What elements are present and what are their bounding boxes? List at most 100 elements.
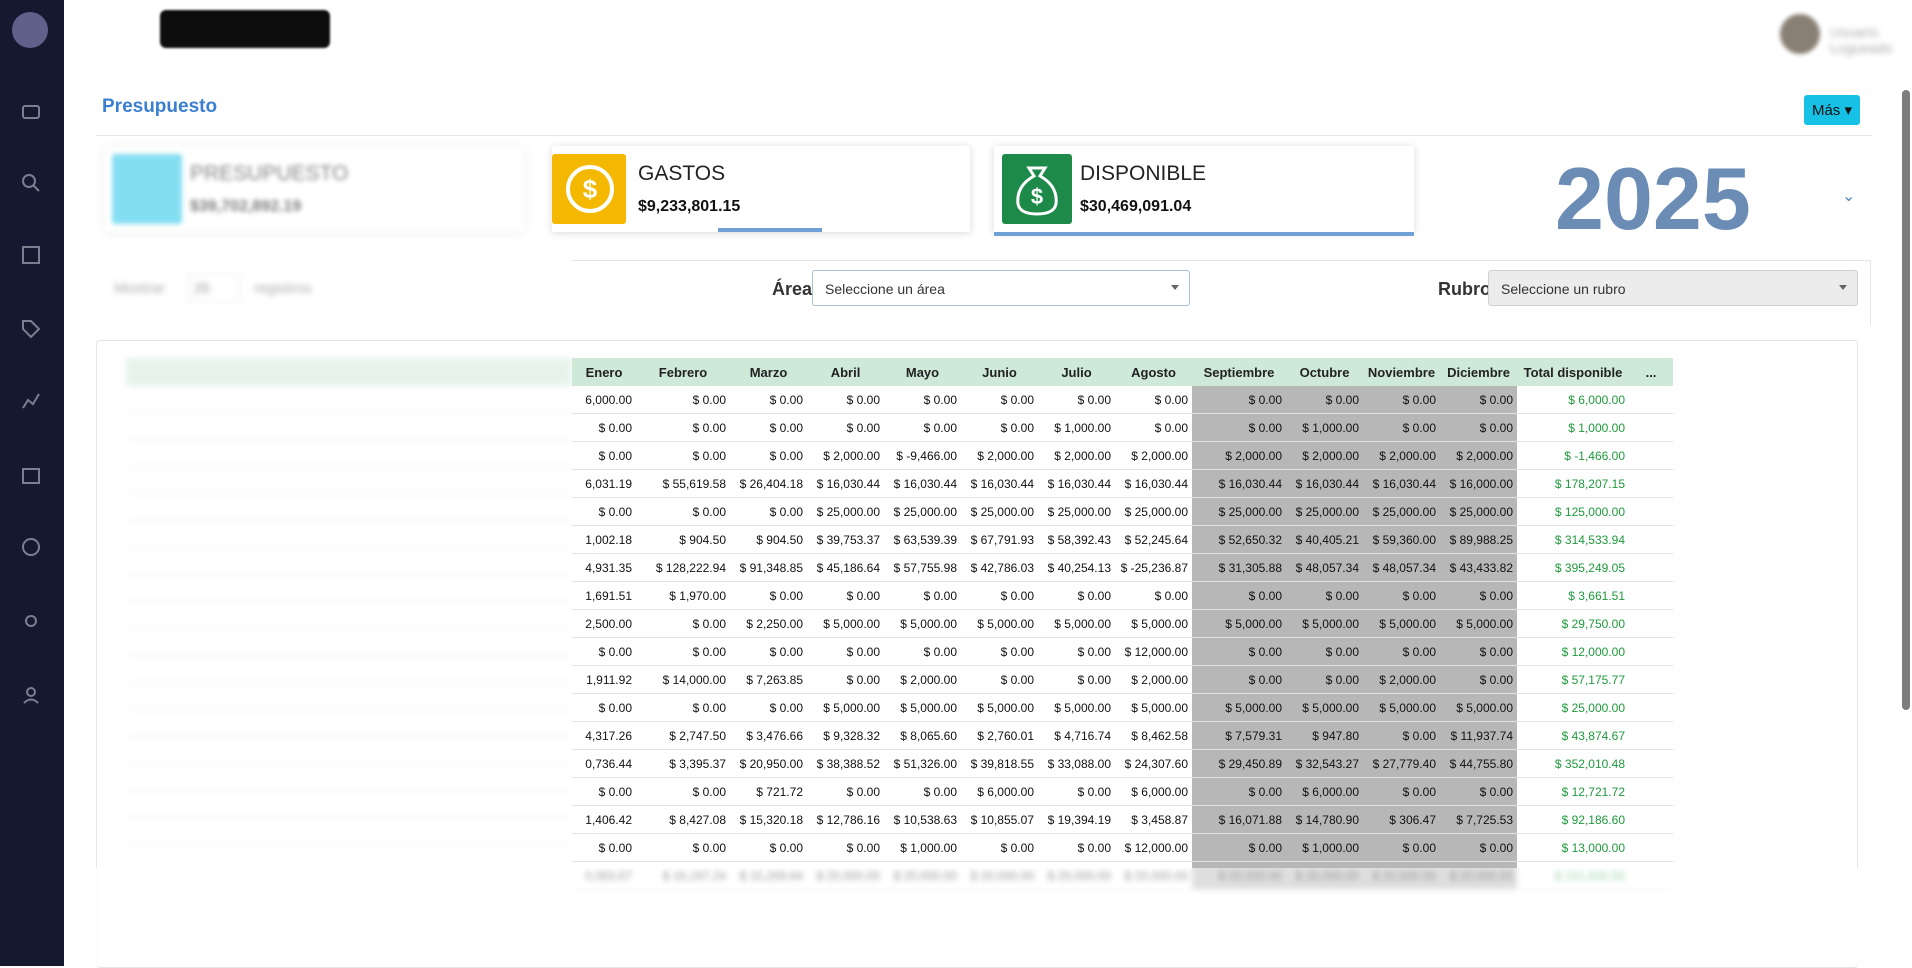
table-cell: $ 1,000.00 [884, 833, 961, 862]
table-cell: $ 58,392.43 [1038, 525, 1115, 554]
search-nav-icon[interactable] [20, 172, 42, 194]
area-select[interactable]: Seleccione un área [812, 270, 1190, 306]
caret-down-icon [1171, 285, 1179, 290]
table-cell-empty [1629, 553, 1673, 582]
table-cell: $ 0.00 [1440, 833, 1517, 862]
table-cell: $ 2,000.00 [1440, 441, 1517, 470]
column-header[interactable]: Abril [807, 358, 884, 386]
chart-nav-icon[interactable] [20, 390, 42, 412]
column-header[interactable]: Diciembre [1440, 358, 1517, 386]
table-cell: $ 14,000.00 [636, 665, 730, 694]
table-cell: $ 6,000.00 [1517, 386, 1629, 414]
table-cell: $ 4,716.74 [1038, 721, 1115, 750]
table-cell: 6,000.00 [572, 386, 636, 414]
table-cell: $ 39,818.55 [961, 749, 1038, 778]
table-cell: $ 43,874.67 [1517, 721, 1629, 750]
table-cell: $ 32,543.27 [1286, 749, 1363, 778]
table-cell: $ 0.00 [1363, 413, 1440, 442]
table-cell-empty [1629, 525, 1673, 554]
scrollbar[interactable] [1902, 90, 1910, 710]
settings-nav-icon[interactable] [20, 610, 42, 632]
calendar-nav-icon[interactable] [20, 464, 42, 486]
table-cell: $ 0.00 [961, 665, 1038, 694]
card-gastos: $ GASTOS $9,233,801.15 [552, 146, 970, 232]
table-cell: $ 13,000.00 [1517, 833, 1629, 862]
column-header[interactable]: Julio [1038, 358, 1115, 386]
table-cell: $ 0.00 [1363, 386, 1440, 414]
table-row: 1,002.18 $ 904.50 $ 904.50 $ 39,753.37 $ 63,… [572, 525, 1673, 554]
table-cell: $ 5,000.00 [1115, 609, 1192, 638]
app-logo[interactable] [12, 12, 48, 48]
table-body: 6,000.00 $ 0.00 $ 0.00 $ 0.00 $ 0.00 $ 0.00 $ … [572, 386, 1673, 890]
year-display[interactable]: 2025 [1555, 148, 1751, 250]
table-cell: $ 0.00 [961, 386, 1038, 414]
table-cell: $ 2,000.00 [884, 665, 961, 694]
table-cell: $ 1,000.00 [1286, 413, 1363, 442]
column-header[interactable]: Enero [572, 358, 636, 386]
table-cell: $ 2,000.00 [1038, 441, 1115, 470]
table-cell: $ 25,000.00 [1363, 497, 1440, 526]
wallet-nav-icon[interactable] [20, 100, 42, 122]
table-cell: $ 5,000.00 [1440, 609, 1517, 638]
more-button[interactable]: Más ▾ [1804, 95, 1860, 125]
avatar[interactable] [1780, 14, 1820, 54]
table-cell: $ 0.00 [572, 693, 636, 722]
table-cell-empty [1629, 386, 1673, 414]
chevron-down-icon[interactable]: ⌄ [1842, 186, 1855, 206]
column-header[interactable]: Febrero [636, 358, 730, 386]
table-cell: $ 0.00 [1440, 413, 1517, 442]
table-cell: $ 0.00 [1440, 581, 1517, 610]
column-header[interactable]: Septiembre [1192, 358, 1286, 386]
user-nav-icon[interactable] [20, 684, 42, 706]
user-name[interactable]: Usuario Logueado [1830, 24, 1912, 56]
table-cell: $ 5,000.00 [1192, 693, 1286, 722]
table-cell: $ 0.00 [1192, 637, 1286, 666]
table-cell: $ 5,000.00 [1286, 693, 1363, 722]
table-cell: $ 0.00 [961, 413, 1038, 442]
table-cell: $ 1,000.00 [1038, 413, 1115, 442]
table-cell: $ 0.00 [1363, 581, 1440, 610]
table-cell: $ 43,433.82 [1440, 553, 1517, 582]
table-cell: $ 40,405.21 [1286, 525, 1363, 554]
table-cell: $ 0.00 [636, 441, 730, 470]
column-header[interactable]: Mayo [884, 358, 961, 386]
area-placeholder: Seleccione un área [825, 281, 945, 297]
table-cell: $ 0.00 [1192, 581, 1286, 610]
column-header[interactable]: Junio [961, 358, 1038, 386]
table-cell: 4,931.35 [572, 553, 636, 582]
dollar-nav-icon[interactable] [20, 536, 42, 558]
column-header[interactable]: Total disponible [1517, 358, 1629, 386]
table-cell: $ 29,750.00 [1517, 609, 1629, 638]
table-cell: $ 0.00 [1286, 581, 1363, 610]
rubro-select[interactable]: Seleccione un rubro [1488, 270, 1858, 306]
column-header[interactable]: Marzo [730, 358, 807, 386]
money-bag-icon: $ [1002, 154, 1072, 224]
table-row: $ 0.00 $ 0.00 $ 0.00 $ 2,000.00 $ -9,466.00 $… [572, 441, 1673, 470]
column-header[interactable]: Agosto [1115, 358, 1192, 386]
table-cell: $ 67,791.93 [961, 525, 1038, 554]
card-progress [994, 232, 1414, 236]
table-cell: $ 5,000.00 [807, 693, 884, 722]
table-cell: $ 2,250.00 [730, 609, 807, 638]
table-cell: 1,911.92 [572, 665, 636, 694]
table-row: $ 0.00 $ 0.00 $ 0.00 $ 0.00 $ 0.00 $ 0.00 $ 1,… [572, 413, 1673, 442]
column-header[interactable]: Noviembre [1363, 358, 1440, 386]
table-cell: $ 0.00 [807, 581, 884, 610]
table-cell: $ 2,000.00 [1115, 441, 1192, 470]
table-cell: $ 55,619.58 [636, 469, 730, 498]
page-length-select[interactable]: 25 [188, 274, 240, 302]
column-header[interactable]: Octubre [1286, 358, 1363, 386]
tag-nav-icon[interactable] [20, 318, 42, 340]
column-header[interactable]: ... [1629, 358, 1673, 386]
table-cell: $ 52,650.32 [1192, 525, 1286, 554]
table-cell: $ 8,462.58 [1115, 721, 1192, 750]
table-cell: $ 2,000.00 [961, 441, 1038, 470]
table-cell-empty [1629, 805, 1673, 834]
table-cell-empty [1629, 469, 1673, 498]
table-cell: $ 57,755.98 [884, 553, 961, 582]
table-cell: $ 0.00 [730, 833, 807, 862]
grid-nav-icon[interactable] [20, 244, 42, 266]
table-cell: $ 0.00 [1192, 665, 1286, 694]
table-cell: $ 0.00 [1038, 665, 1115, 694]
table-cell: $ 38,388.52 [807, 749, 884, 778]
